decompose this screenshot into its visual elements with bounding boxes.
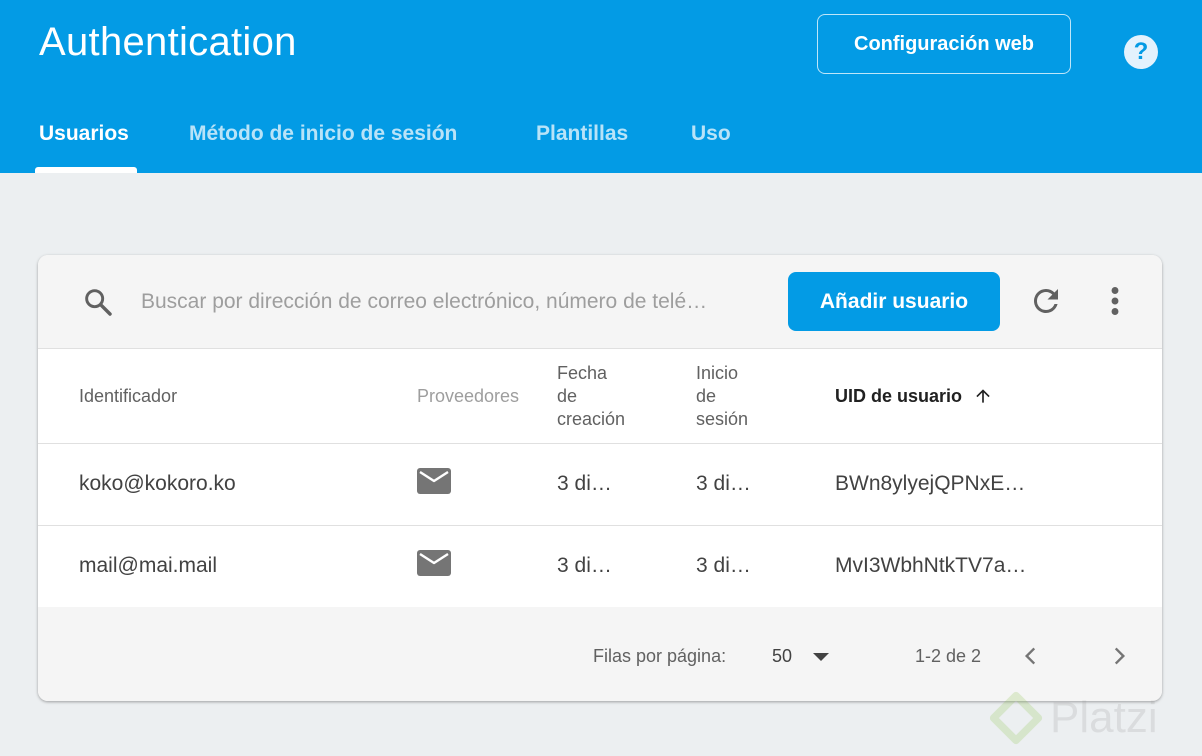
table-row[interactable]: mail@mai.mail 3 di… 3 di… MvI3WbhNtkTV7a…: [38, 526, 1162, 608]
tab-sign-in-method[interactable]: Método de inicio de sesión: [189, 110, 457, 173]
tab-templates[interactable]: Plantillas: [536, 110, 628, 173]
more-vert-icon[interactable]: [1100, 283, 1130, 319]
column-uid[interactable]: UID de usuario: [835, 385, 993, 408]
cell-identifier: mail@mai.mail: [79, 554, 217, 577]
column-uid-label: UID de usuario: [835, 386, 963, 406]
chevron-down-icon[interactable]: [812, 651, 830, 663]
platzi-logo-icon: [989, 691, 1043, 745]
cell-uid: BWn8ylyejQPNxE…: [835, 472, 1026, 495]
table-toolbar: Añadir usuario: [38, 255, 1162, 349]
tab-bar: Usuarios Método de inicio de sesión Plan…: [0, 110, 900, 173]
column-identifier[interactable]: Identificador: [79, 385, 177, 408]
arrow-up-icon: [976, 389, 990, 403]
column-created-line: Fecha: [557, 363, 608, 383]
platzi-watermark: Platzi: [988, 683, 1198, 753]
email-icon: [417, 468, 451, 494]
rows-per-page-label: Filas por página:: [593, 646, 727, 666]
refresh-icon[interactable]: [1028, 283, 1064, 319]
column-created-line: creación: [557, 409, 626, 429]
tab-users[interactable]: Usuarios: [39, 110, 129, 173]
cell-identifier: koko@kokoro.ko: [79, 472, 236, 495]
chevron-right-icon[interactable]: [1106, 641, 1132, 671]
active-tab-indicator: [35, 167, 137, 173]
help-circle-icon[interactable]: ?: [1124, 35, 1158, 69]
add-user-button[interactable]: Añadir usuario: [788, 272, 1000, 331]
users-card: Añadir usuario Identificador Proveedores…: [38, 255, 1162, 701]
pagination-range: 1-2 de 2: [915, 646, 982, 666]
column-signin-line: sesión: [696, 409, 749, 429]
rows-per-page-select[interactable]: 50: [772, 646, 792, 667]
cell-signin: 3 di…: [696, 472, 751, 495]
tab-usage[interactable]: Uso: [691, 110, 731, 173]
table-header: Identificador Proveedores Fecha de creac…: [38, 349, 1162, 444]
page-title: Authentication: [39, 20, 297, 64]
column-signin[interactable]: Inicio de sesión: [696, 362, 748, 431]
app-header: Authentication Configuración web ? Usuar…: [0, 0, 1202, 173]
search-input[interactable]: [139, 281, 775, 323]
chevron-left-icon[interactable]: [1018, 641, 1044, 671]
web-config-button[interactable]: Configuración web: [817, 14, 1071, 74]
cell-signin: 3 di…: [696, 554, 751, 577]
email-icon: [417, 550, 451, 576]
column-signin-line: de: [696, 386, 717, 406]
cell-uid: MvI3WbhNtkTV7a…: [835, 554, 1027, 577]
column-created[interactable]: Fecha de creación: [557, 362, 625, 431]
table-row[interactable]: koko@kokoro.ko 3 di… 3 di… BWn8ylyejQPNx…: [38, 444, 1162, 526]
search-icon: [85, 289, 112, 316]
cell-created: 3 di…: [557, 472, 612, 495]
column-signin-line: Inicio: [696, 363, 739, 383]
cell-created: 3 di…: [557, 554, 612, 577]
column-providers: Proveedores: [417, 386, 520, 406]
watermark-text: Platzi: [1050, 693, 1158, 742]
column-created-line: de: [557, 386, 578, 406]
